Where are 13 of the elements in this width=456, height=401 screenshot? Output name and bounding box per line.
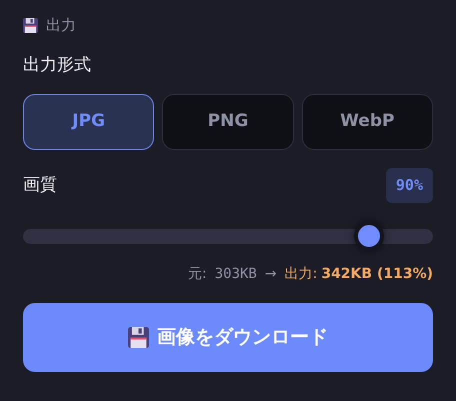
format-option[interactable]: PNG [162,94,294,150]
original-size: 303KB [214,264,257,284]
arrow-icon: → [264,264,277,284]
download-button[interactable]: 画像をダウンロード [23,302,433,372]
original-size-label: 元: [188,264,207,284]
format-label: 出力形式 [23,54,92,76]
format-option[interactable]: WebP [302,94,433,150]
output-size-label: 出力: [284,264,318,284]
format-option[interactable]: JPG [23,94,154,150]
output-size: 342KB (113%) [321,264,433,284]
quality-value: 90% [386,168,433,202]
quality-label: 画質 [23,174,57,196]
section-title: 出力 [46,15,76,36]
